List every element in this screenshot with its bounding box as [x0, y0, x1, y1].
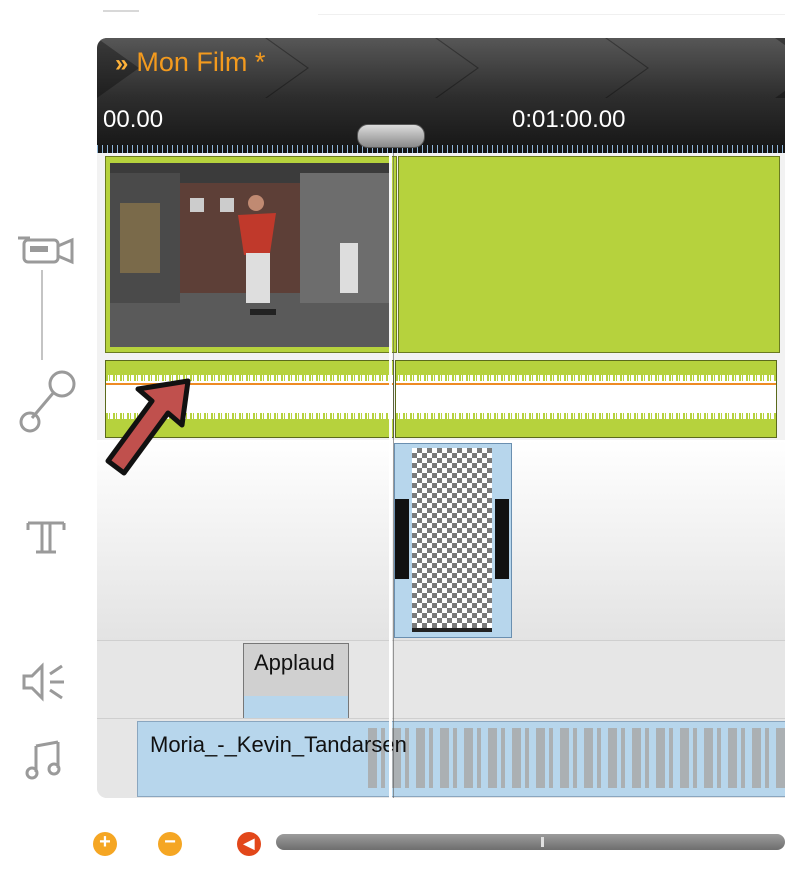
waveform-edge	[396, 413, 776, 419]
project-title[interactable]: » Mon Film *	[115, 47, 265, 78]
video-clip[interactable]	[105, 156, 397, 353]
video-track[interactable]	[97, 153, 785, 358]
zoom-out-button[interactable]: −	[158, 831, 182, 856]
time-ruler[interactable]: 00.00 0:01:00.00	[97, 98, 785, 153]
plus-circle-icon: +	[99, 831, 111, 853]
timeline-panel: » Mon Film * 00.00 0:01:00.00 Applaud Mo…	[97, 38, 785, 798]
ruler-mid-label: 0:01:00.00	[512, 106, 626, 133]
speaker-icon[interactable]	[20, 662, 70, 702]
clip-edge	[495, 499, 509, 579]
video-audio-track[interactable]	[97, 358, 785, 440]
transition-clip[interactable]	[394, 443, 512, 638]
music-note-icon[interactable]	[24, 738, 68, 782]
ruler-start-label: 00.00	[103, 106, 164, 133]
icon-connector	[41, 270, 43, 360]
audio-waveform-clip[interactable]	[395, 360, 777, 438]
transparent-thumbnail	[412, 448, 492, 632]
playhead-line-shadow	[393, 153, 394, 798]
timeline-scrollbar[interactable]	[276, 834, 785, 850]
scroll-grip[interactable]	[541, 837, 544, 847]
sound-effects-track[interactable]: Applaud	[97, 640, 785, 719]
rewind-button[interactable]: ◀	[237, 832, 261, 856]
music-waveform	[368, 728, 785, 788]
top-divider	[103, 10, 139, 12]
playhead-handle[interactable]	[357, 124, 425, 148]
video-camera-icon[interactable]	[14, 230, 76, 270]
top-faint-line	[318, 14, 785, 15]
play-back-icon: ◀	[243, 835, 255, 851]
zoom-in-button[interactable]: +	[93, 831, 117, 856]
playhead-line[interactable]	[389, 153, 392, 798]
title-track[interactable]	[97, 440, 785, 640]
music-clip[interactable]: Moria_-_Kevin_Tandarsen	[137, 721, 785, 797]
text-icon[interactable]	[24, 518, 68, 558]
clip-edge	[395, 499, 409, 579]
volume-line[interactable]	[396, 383, 776, 385]
minus-circle-icon: −	[164, 831, 176, 853]
sound-effect-clip[interactable]: Applaud	[243, 643, 349, 719]
project-title-text: Mon Film *	[136, 47, 266, 77]
video-clip[interactable]	[398, 156, 780, 353]
waveform-edge	[396, 375, 776, 381]
music-label: Moria_-_Kevin_Tandarsen	[150, 732, 407, 757]
timeline-header: » Mon Film *	[97, 38, 785, 98]
sound-effect-label: Applaud	[254, 650, 335, 675]
annotation-arrow-icon	[100, 375, 200, 485]
ruler-ticks	[97, 145, 785, 153]
microphone-icon[interactable]	[16, 366, 78, 436]
title-arrows-icon: »	[115, 50, 129, 77]
video-thumbnail	[110, 163, 392, 347]
music-track[interactable]: Moria_-_Kevin_Tandarsen	[97, 718, 785, 798]
